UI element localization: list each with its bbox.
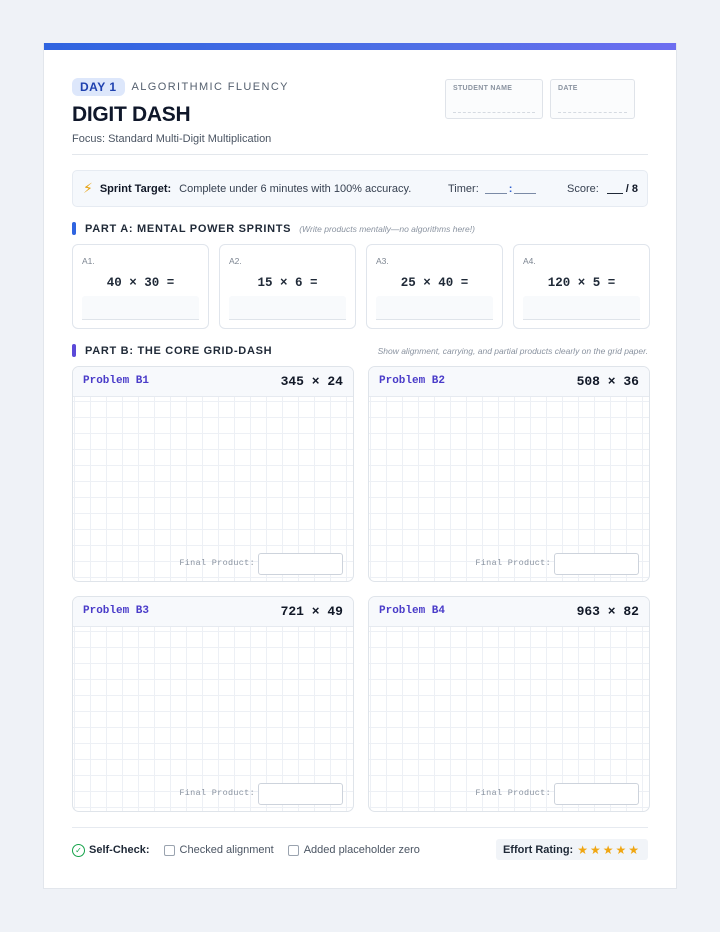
sprint-expression: 120 × 5 = [547,276,616,290]
focus-text: Focus: Standard Multi-Digit Multiplicati… [72,133,272,145]
timer-seconds-blank[interactable] [514,184,537,194]
star-rating[interactable]: ★★★★★ [577,843,641,857]
problem-label: Problem B4 [379,605,446,617]
final-product-box[interactable] [554,783,639,805]
header-divider [72,154,648,155]
final-product-label: Final Product: [475,788,551,798]
grid-problem-card: Problem B2 508 × 36 Final Product: [368,366,650,582]
problem-expression: 963 × 82 [576,604,639,619]
part-b-header: PART B: THE CORE GRID-DASH Show alignmen… [72,344,648,357]
problem-expression: 345 × 24 [280,374,343,389]
score: Score: / 8 [567,183,638,195]
self-check-label: Self-Check: [89,844,150,856]
part-b-note: Show alignment, carrying, and partial pr… [377,345,648,356]
student-name-field[interactable]: STUDENT NAME [445,79,543,119]
alignment-checkbox[interactable] [163,844,175,856]
sprint-expression: 40 × 30 = [106,276,175,290]
top-accent-bar [44,43,676,50]
effort-rating: Effort Rating: ★★★★★ [495,839,648,860]
placeholder-zero-checkbox-label: Added placeholder zero [303,844,420,856]
grid-problem-card: Problem B1 345 × 24 Final Product: [72,366,354,582]
check-circle-icon: ✓ [72,843,85,857]
timer-minutes-blank[interactable] [484,184,507,194]
page-title: DIGIT DASH [72,103,191,126]
part-a-note: (Write products mentally—no algorithms h… [299,223,475,234]
sprint-number: A3. [376,256,389,266]
sprint-answer-box[interactable] [229,296,346,320]
sprint-card: A3. 25 × 40 = [366,244,503,329]
problem-label: Problem B1 [83,375,150,387]
sprint-answer-box[interactable] [82,296,199,320]
final-product-box[interactable] [554,553,639,575]
alignment-checkbox-label: Checked alignment [179,844,274,856]
problem-expression: 508 × 36 [576,374,639,389]
timer-separator: : [508,182,513,195]
score-blank[interactable] [606,184,623,194]
final-product-box[interactable] [258,783,343,805]
student-name-label: STUDENT NAME [453,85,513,92]
placeholder-zero-checkbox[interactable] [287,844,299,856]
sprint-target-text: Complete under 6 minutes with 100% accur… [179,182,412,195]
part-b-title: PART B: THE CORE GRID-DASH [85,344,273,357]
sprint-number: A2. [229,256,242,266]
part-a-marker [72,222,76,235]
sprint-card: A1. 40 × 30 = [72,244,209,329]
sprint-expression: 15 × 6 = [257,276,318,290]
part-a-header: PART A: MENTAL POWER SPRINTS (Write prod… [72,222,648,235]
sprint-target-label: Sprint Target: [99,182,172,195]
sprint-card: A4. 120 × 5 = [513,244,650,329]
problem-label: Problem B2 [379,375,446,387]
problem-expression: 721 × 49 [280,604,343,619]
final-product-label: Final Product: [475,558,551,568]
lightning-icon: ⚡ [83,180,93,196]
day-badge: DAY 1 [72,78,125,96]
timer-label: Timer: [448,182,479,195]
final-product-box[interactable] [258,553,343,575]
footer: ✓ Self-Check: Checked alignment Added pl… [72,839,648,860]
sprint-answer-box[interactable] [376,296,493,320]
sprint-card: A2. 15 × 6 = [219,244,356,329]
sprint-answer-box[interactable] [523,296,640,320]
header: DAY 1 ALGORITHMIC FLUENCY DIGIT DASH Foc… [72,78,432,145]
subject-label: ALGORITHMIC FLUENCY [131,81,289,93]
score-total: / 8 [625,182,639,195]
sprint-target-bar: ⚡ Sprint Target: Complete under 6 minute… [72,170,648,207]
final-product-label: Final Product: [179,558,255,568]
grid-problem-card: Problem B4 963 × 82 Final Product: [368,596,650,812]
date-field[interactable]: DATE [550,79,635,119]
worksheet: DAY 1 ALGORITHMIC FLUENCY DIGIT DASH Foc… [43,43,677,889]
sprint-number: A1. [82,256,95,266]
effort-rating-label: Effort Rating: [502,843,574,856]
footer-divider [72,827,648,828]
sprint-number: A4. [523,256,536,266]
grid-problem-card: Problem B3 721 × 49 Final Product: [72,596,354,812]
date-label: DATE [558,85,578,92]
problem-label: Problem B3 [83,605,150,617]
sprint-expression: 25 × 40 = [400,276,469,290]
part-b-marker [72,344,76,357]
final-product-label: Final Product: [179,788,255,798]
timer: Timer: : [448,182,537,195]
part-a-title: PART A: MENTAL POWER SPRINTS [85,222,292,235]
score-label: Score: [567,182,599,195]
